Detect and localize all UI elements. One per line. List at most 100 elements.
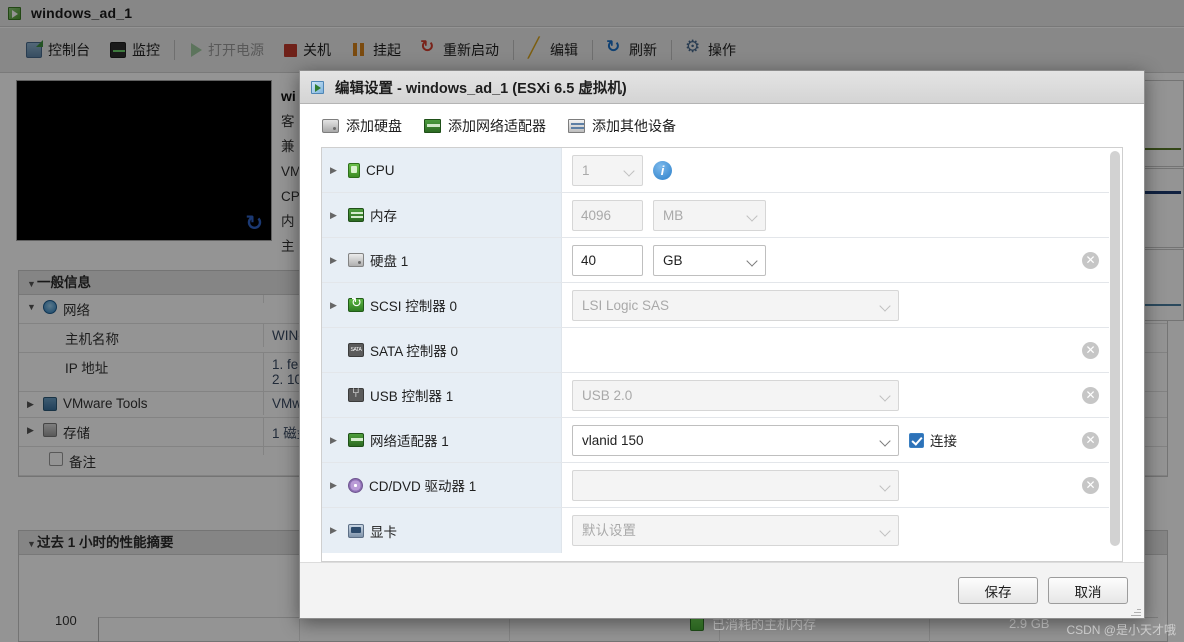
toolbar-button-suspend[interactable]: 挂起 <box>341 36 411 64</box>
device-label-video-card[interactable]: ▶ 显卡 <box>322 508 562 553</box>
chevron-down-icon[interactable]: ▼ <box>27 299 37 316</box>
remove-device-icon[interactable]: ✕ <box>1082 432 1099 449</box>
device-name-scsi-controller-0: SCSI 控制器 0 <box>370 295 457 315</box>
info-key-storage: 存储 <box>63 422 90 442</box>
device-label-usb-controller-1[interactable]: ▶ USB 控制器 1 <box>322 373 562 417</box>
right-thumbnail-panel-1 <box>1140 80 1184 167</box>
right-thumbnail-panel-3 <box>1140 249 1184 321</box>
resize-grip-icon[interactable] <box>1130 605 1141 616</box>
info-key-network: 网络 <box>63 299 90 319</box>
toolbar-button-power-on: 打开电源 <box>179 36 274 64</box>
device-control-sata-controller-0: ✕ <box>562 336 1109 365</box>
info-key-ip-address: IP 地址 <box>19 353 263 381</box>
device-control-hard-disk-1: 40 GB ✕ <box>562 239 1109 282</box>
device-row-scsi-controller-0[interactable]: ▶ SCSI 控制器 0 LSI Logic SAS <box>322 283 1109 328</box>
device-row-sata-controller-0[interactable]: ▶ SATA SATA 控制器 0 ✕ <box>322 328 1109 373</box>
vm-toolbar: 控制台 监控 打开电源 关机 挂起 重新启动 编辑 <box>0 28 1184 73</box>
add-other-device-button[interactable]: 添加其他设备 <box>568 116 676 136</box>
device-label-memory[interactable]: ▶ 内存 <box>322 193 562 237</box>
device-control-video-card: 默认设置 <box>562 509 1109 552</box>
device-row-video-card[interactable]: ▶ 显卡 默认设置 <box>322 508 1109 553</box>
device-control-cpu: 1 i <box>562 149 1109 192</box>
chart-y-tick-100: 100 <box>55 613 77 628</box>
device-label-cd-dvd-drive-1[interactable]: ▶ CD/DVD 驱动器 1 <box>322 463 562 507</box>
remove-device-icon[interactable]: ✕ <box>1082 477 1099 494</box>
device-row-hard-disk-1[interactable]: ▶ 硬盘 1 40 GB ✕ <box>322 238 1109 283</box>
save-button[interactable]: 保存 <box>958 577 1038 604</box>
vm-settings-icon <box>311 80 327 95</box>
add-hard-disk-icon <box>322 119 339 133</box>
remove-device-icon[interactable]: ✕ <box>1082 342 1099 359</box>
chevron-right-icon[interactable]: ▶ <box>330 255 342 266</box>
device-label-hard-disk-1[interactable]: ▶ 硬盘 1 <box>322 238 562 282</box>
add-other-device-icon <box>568 119 585 133</box>
device-label-scsi-controller-0[interactable]: ▶ SCSI 控制器 0 <box>322 283 562 327</box>
info-icon[interactable]: i <box>653 161 672 180</box>
toolbar-button-actions[interactable]: 操作 <box>676 36 746 64</box>
cpu-icon <box>348 163 360 178</box>
remove-device-icon[interactable]: ✕ <box>1082 252 1099 269</box>
chevron-down-icon: ▼ <box>27 276 37 293</box>
checkbox-checked-icon[interactable] <box>909 433 924 448</box>
device-list-container: ▶ CPU 1 i ▶ 内存 <box>321 147 1123 562</box>
device-row-cd-dvd-drive-1[interactable]: ▶ CD/DVD 驱动器 1 ✕ <box>322 463 1109 508</box>
network-adapter-icon <box>348 433 364 447</box>
chevron-right-icon[interactable]: ▶ <box>330 300 342 311</box>
remove-device-icon[interactable]: ✕ <box>1082 387 1099 404</box>
video-card-mode-select: 默认设置 <box>572 515 899 546</box>
chevron-right-icon[interactable]: ▶ <box>27 396 37 413</box>
toolbar-button-console[interactable]: 控制台 <box>16 36 100 64</box>
chevron-right-icon[interactable]: ▶ <box>27 422 37 439</box>
cancel-button[interactable]: 取消 <box>1048 577 1128 604</box>
device-name-memory: 内存 <box>370 205 397 225</box>
device-row-network-adapter-1[interactable]: ▶ 网络适配器 1 vlanid 150 连接 ✕ <box>322 418 1109 463</box>
chevron-right-icon[interactable]: ▶ <box>330 210 342 221</box>
toolbar-button-refresh[interactable]: 刷新 <box>597 36 667 64</box>
chevron-right-icon[interactable]: ▶ <box>330 435 342 446</box>
device-label-sata-controller-0[interactable]: ▶ SATA SATA 控制器 0 <box>322 328 562 372</box>
scsi-controller-type-select: LSI Logic SAS <box>572 290 899 321</box>
device-row-cpu[interactable]: ▶ CPU 1 i <box>322 148 1109 193</box>
refresh-icon[interactable]: ↻ <box>245 213 263 234</box>
scrollbar-thumb[interactable] <box>1110 151 1120 546</box>
toolbar-button-shutdown[interactable]: 关机 <box>274 36 341 64</box>
add-device-toolbar: 添加硬盘 添加网络适配器 添加其他设备 <box>300 104 1144 147</box>
device-control-cd-dvd-drive-1: ✕ <box>562 464 1109 507</box>
memory-unit-select: MB <box>653 200 766 231</box>
device-list-scrollbar[interactable] <box>1109 149 1121 560</box>
network-connect-checkbox[interactable]: 连接 <box>909 430 957 450</box>
device-name-cpu: CPU <box>366 163 395 178</box>
hard-disk-unit-select[interactable]: GB <box>653 245 766 276</box>
add-network-adapter-button[interactable]: 添加网络适配器 <box>424 116 546 136</box>
device-name-network-adapter-1: 网络适配器 1 <box>370 430 449 450</box>
hard-disk-size-input[interactable]: 40 <box>572 245 643 276</box>
vm-console-thumbnail[interactable]: ↻ <box>16 80 272 241</box>
toolbar-label-actions: 操作 <box>708 40 736 60</box>
usb-version-select: USB 2.0 <box>572 380 899 411</box>
chevron-right-icon[interactable]: ▶ <box>330 480 342 491</box>
suspend-icon <box>351 42 367 58</box>
device-label-cpu[interactable]: ▶ CPU <box>322 148 562 192</box>
chevron-placeholder: ▶ <box>330 345 342 356</box>
chevron-right-icon[interactable]: ▶ <box>330 165 342 176</box>
info-key-hostname: 主机名称 <box>19 324 263 352</box>
device-row-usb-controller-1[interactable]: ▶ USB 控制器 1 USB 2.0 ✕ <box>322 373 1109 418</box>
watermark: CSDN @是小天才哦 <box>1066 621 1176 638</box>
toolbar-button-edit[interactable]: 编辑 <box>518 36 588 64</box>
add-hard-disk-button[interactable]: 添加硬盘 <box>322 116 402 136</box>
cd-dvd-icon <box>348 478 363 493</box>
performance-title: 过去 1 小时的性能摘要 <box>37 535 174 550</box>
toolbar-label-refresh: 刷新 <box>629 40 657 60</box>
add-network-adapter-label: 添加网络适配器 <box>448 116 546 136</box>
scsi-controller-icon <box>348 298 364 312</box>
power-on-icon <box>191 43 202 57</box>
cpu-count-select: 1 <box>572 155 643 186</box>
device-label-network-adapter-1[interactable]: ▶ 网络适配器 1 <box>322 418 562 462</box>
device-control-usb-controller-1: USB 2.0 ✕ <box>562 374 1109 417</box>
device-row-memory[interactable]: ▶ 内存 4096 MB <box>322 193 1109 238</box>
network-portgroup-select[interactable]: vlanid 150 <box>572 425 899 456</box>
toolbar-button-restart[interactable]: 重新启动 <box>411 36 509 64</box>
chevron-right-icon[interactable]: ▶ <box>330 525 342 536</box>
toolbar-button-monitor[interactable]: 监控 <box>100 36 170 64</box>
device-control-scsi-controller-0: LSI Logic SAS <box>562 284 1109 327</box>
